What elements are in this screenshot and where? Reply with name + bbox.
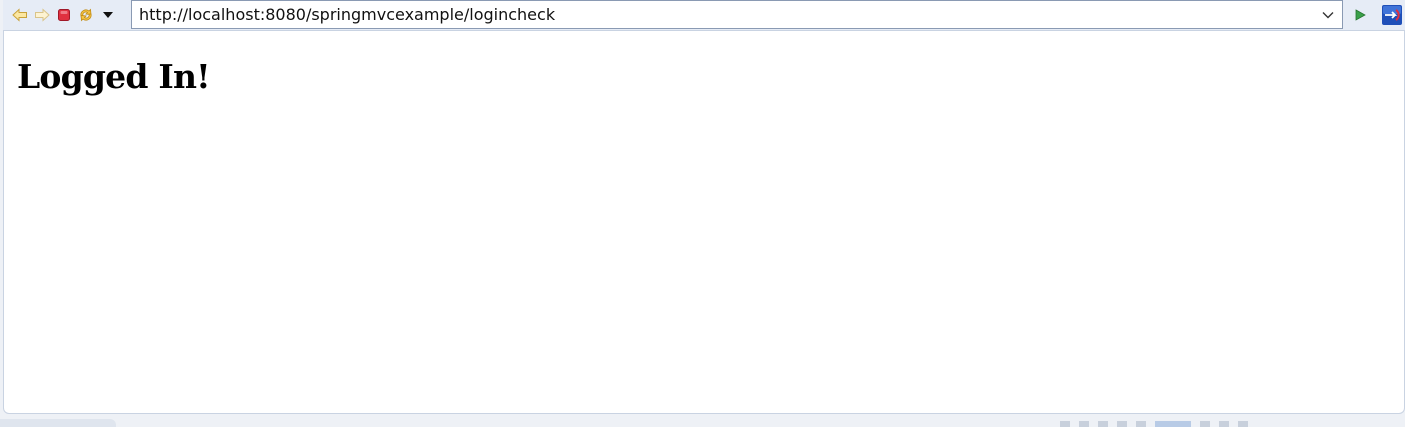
browser-window: http://localhost:8080/springmvcexample/l… — [0, 0, 1405, 427]
status-bar — [0, 416, 1405, 427]
navigation-buttons — [9, 4, 119, 26]
refresh-button[interactable] — [75, 4, 97, 26]
status-icon[interactable] — [1117, 421, 1127, 427]
browser-toolbar: http://localhost:8080/springmvcexample/l… — [3, 0, 1405, 31]
go-play-icon — [1355, 9, 1366, 21]
back-button[interactable] — [9, 4, 31, 26]
refresh-icon — [80, 8, 92, 22]
forward-button[interactable] — [31, 4, 53, 26]
address-bar[interactable]: http://localhost:8080/springmvcexample/l… — [131, 0, 1343, 29]
menu-dropdown-button[interactable] — [97, 4, 119, 26]
status-bar-icons — [1060, 421, 1340, 427]
page-content: Logged In! — [3, 31, 1405, 414]
bottom-tab[interactable] — [0, 419, 116, 427]
stop-button[interactable] — [53, 4, 75, 26]
back-arrow-icon — [12, 8, 27, 22]
status-icon[interactable] — [1060, 421, 1070, 427]
open-external-browser-icon — [1382, 5, 1402, 25]
page-heading: Logged In! — [17, 57, 211, 96]
url-input[interactable]: http://localhost:8080/springmvcexample/l… — [139, 5, 555, 24]
stop-icon — [58, 9, 70, 21]
status-icon[interactable] — [1098, 421, 1108, 427]
status-icon-selected[interactable] — [1155, 421, 1191, 427]
status-icon[interactable] — [1136, 421, 1146, 427]
status-icon[interactable] — [1238, 421, 1248, 427]
chevron-down-icon — [1322, 12, 1334, 19]
status-icon[interactable] — [1079, 421, 1089, 427]
go-button[interactable] — [1349, 4, 1371, 26]
url-history-dropdown[interactable] — [1318, 4, 1338, 26]
forward-arrow-icon — [35, 8, 50, 22]
status-icon[interactable] — [1219, 421, 1229, 427]
status-icon[interactable] — [1200, 421, 1210, 427]
open-external-browser-button[interactable] — [1380, 3, 1404, 27]
dropdown-triangle-icon — [103, 12, 113, 18]
